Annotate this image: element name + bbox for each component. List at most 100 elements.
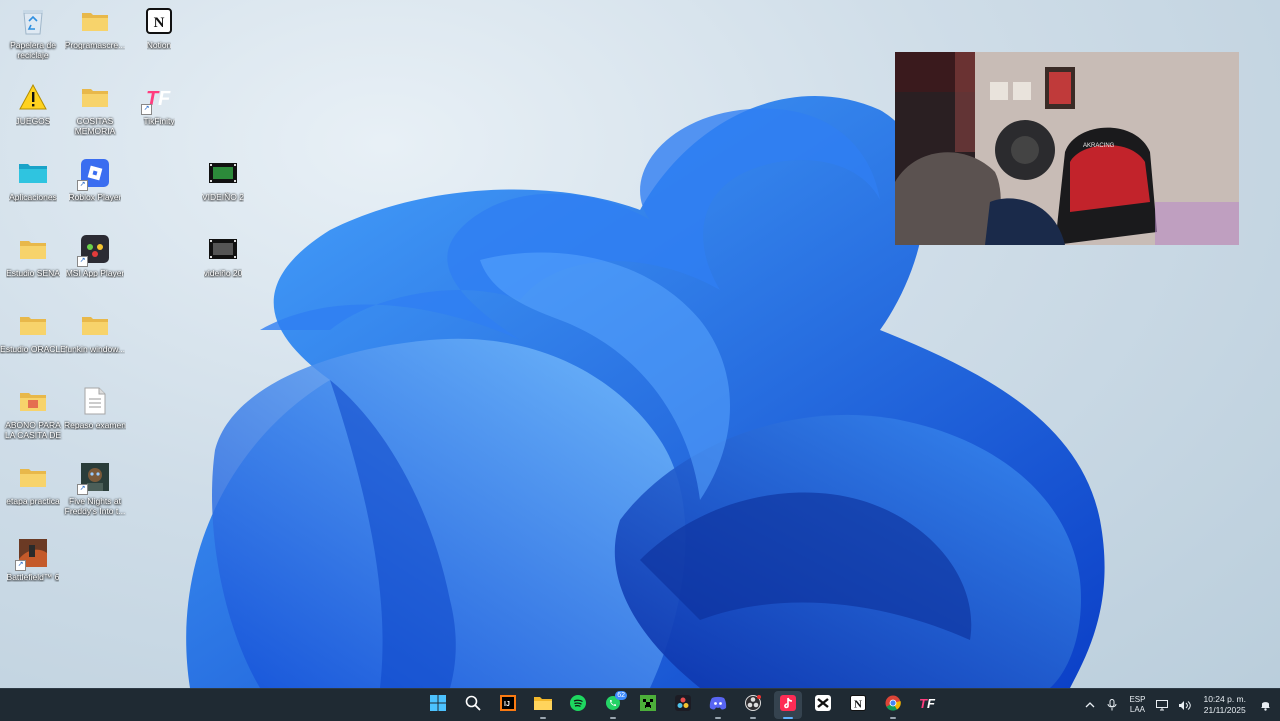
videino2-icon [207, 157, 239, 189]
desktop-icon-label: Notion [146, 40, 172, 50]
clock-time: 10:24 p. m. [1203, 694, 1246, 704]
desktop-icon-label: etapa practica [6, 496, 60, 506]
desktop-icon-label: COSITAS MEMORIA [74, 116, 116, 136]
running-indicator [715, 717, 721, 719]
taskbar-intellij-button[interactable]: IJ [494, 691, 522, 719]
desktop-icon-label: ABONO PARA LA CASITA DE PALA [4, 420, 62, 440]
desktop-icon-battlefield6[interactable]: ↗ Battlefield™ 6 [0, 537, 66, 582]
notion-icon: N [143, 5, 175, 37]
desktop-icon-programascre[interactable]: Programascre... [62, 5, 128, 50]
desktop-icon-fnaf[interactable]: ↗ Five Nights at Freddy's Into t... [62, 461, 128, 516]
language-top: ESP [1129, 695, 1146, 704]
running-indicator [540, 717, 546, 719]
taskbar-notion-button[interactable]: N [844, 691, 872, 719]
microphone-icon[interactable] [1101, 689, 1123, 721]
shortcut-arrow-icon: ↗ [141, 104, 152, 115]
desktop-icon-label: Aplicaciones [9, 192, 57, 202]
taskbar-tikfinity-button[interactable]: TF [914, 691, 942, 719]
desktop-icon-estudio-oracle[interactable]: Estudio ORACLE [0, 309, 66, 354]
svg-text:IJ: IJ [504, 701, 510, 708]
taskbar-spotify-button[interactable] [564, 691, 592, 719]
etapa-practica-icon [17, 461, 49, 493]
running-indicator [610, 717, 616, 719]
taskbar-minecraft-button[interactable] [634, 691, 662, 719]
svg-text:F: F [158, 88, 171, 110]
desktop-icon-etapa-practica[interactable]: etapa practica [0, 461, 66, 506]
desktop-icon-abono-casita[interactable]: ABONO PARA LA CASITA DE PALA [0, 385, 66, 440]
desktop-icon-label: Papelera de reciclaje [10, 40, 56, 60]
language-bottom: LAA [1129, 705, 1146, 714]
creeper-icon [640, 694, 656, 716]
desktop-icon-label: Estudio SENA [6, 268, 60, 278]
clock-date: 21/11/2025 [1203, 705, 1246, 715]
taskbar-whatsapp-button[interactable]: 62 [599, 691, 627, 719]
spotify-icon [570, 694, 586, 716]
language-indicator[interactable]: ESP LAA [1129, 695, 1145, 715]
desktop-icon-label: Five Nights at Freddy's Into t... [64, 496, 126, 516]
folder-icon [534, 695, 552, 715]
shortcut-arrow-icon: ↗ [15, 560, 26, 571]
desktop-icon-recycle-bin[interactable]: Papelera de reciclaje [0, 5, 66, 60]
desktop-icon-roblox-player[interactable]: ↗ Roblox Player [62, 157, 128, 202]
capcut-icon [815, 694, 831, 716]
desktop-icon-repaso-examen[interactable]: Repaso examen [62, 385, 128, 430]
windows-icon [430, 694, 446, 716]
chrome-icon [885, 695, 901, 716]
tikfinity-icon: TF [919, 695, 937, 716]
desktop-icon-tikfinity[interactable]: T F ↗ TikFinity [126, 81, 192, 126]
svg-text:N: N [154, 15, 165, 31]
abono-casita-icon [17, 385, 49, 417]
monitor-icon[interactable] [1151, 689, 1173, 721]
taskbar-davinci-button[interactable] [669, 691, 697, 719]
taskbar-apps: IJ 62 N T F [424, 689, 942, 721]
desktop-icon-label: Estudio ORACLE [0, 344, 66, 354]
taskbar-discord-button[interactable] [704, 691, 732, 719]
desktop-icon-label: MSI App Player [65, 268, 125, 278]
obs-icon [745, 694, 761, 716]
webcam-preview: AKRACING [895, 52, 1239, 245]
notification-bell-icon[interactable] [1254, 689, 1276, 721]
desktop-icon-videino2[interactable]: VIDEIÑO 2 [190, 157, 256, 202]
desktop-icon-estudio-sena[interactable]: Estudio SENA [0, 233, 66, 278]
desktop-icon-label: Programascre... [64, 40, 126, 50]
desktop-icon-notion[interactable]: N Notion [126, 5, 192, 50]
recycle-bin-icon [17, 5, 49, 37]
desktop-icon-cositas-memoria[interactable]: COSITAS MEMORIA [62, 81, 128, 136]
shortcut-arrow-icon: ↗ [77, 180, 88, 191]
desktop-icon-aplicaciones[interactable]: Aplicaciones [0, 157, 66, 202]
taskbar-file-explorer-button[interactable] [529, 691, 557, 719]
taskbar: IJ 62 N T F ESP LAA 10:24 p. m. 21/11/2025 [0, 688, 1280, 721]
clock[interactable]: 10:24 p. m. 21/11/2025 [1203, 694, 1246, 716]
taskbar-chrome-button[interactable] [879, 691, 907, 719]
msi-app-player-icon: ↗ [77, 233, 111, 267]
system-tray: ESP LAA 10:24 p. m. 21/11/2025 [1079, 689, 1280, 721]
svg-text:F: F [927, 696, 936, 711]
running-indicator [890, 717, 896, 719]
desktop-icon-msi-app-player[interactable]: ↗ MSI App Player [62, 233, 128, 278]
desktop-icon-label: VIDEIÑO 2 [201, 192, 245, 202]
desktop-icon-label: Battlefield™ 6 [6, 572, 60, 582]
juegos-icon [17, 81, 49, 113]
cositas-memoria-icon [79, 81, 111, 113]
roblox-player-icon: ↗ [77, 157, 111, 191]
tikfinity-icon: T F ↗ [141, 81, 175, 115]
ij-icon: IJ [500, 694, 516, 716]
estudio-oracle-icon [17, 309, 49, 341]
chevron-up-icon[interactable] [1079, 689, 1101, 721]
shortcut-arrow-icon: ↗ [77, 484, 88, 495]
svg-text:N: N [854, 698, 862, 710]
taskbar-start-button[interactable] [424, 691, 452, 719]
desktop-icon-juegos[interactable]: JUEGOS [0, 81, 66, 126]
desktop-icon-videino20[interactable]: videiño 20 [190, 233, 256, 278]
taskbar-obs-button[interactable] [739, 691, 767, 719]
tiktok-icon [780, 694, 796, 716]
desktop-icon-label: Repaso examen [64, 420, 126, 430]
taskbar-capcut-button[interactable] [809, 691, 837, 719]
shortcut-arrow-icon: ↗ [77, 256, 88, 267]
taskbar-search-button[interactable] [459, 691, 487, 719]
battlefield6-icon: ↗ [15, 537, 49, 571]
running-indicator [750, 717, 756, 719]
volume-icon[interactable] [1173, 689, 1195, 721]
desktop-icon-funkin-window[interactable]: funkin window... [62, 309, 128, 354]
taskbar-tiktok-button[interactable] [774, 691, 802, 719]
